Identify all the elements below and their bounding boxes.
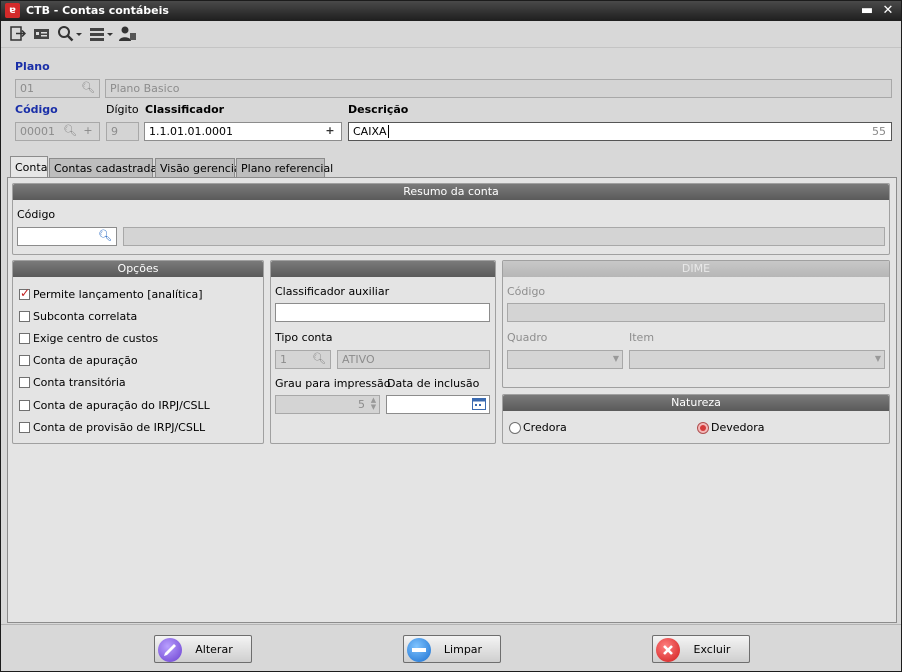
list-icon[interactable]	[89, 25, 115, 45]
checkbox-label: Conta de apuração do IRPJ/CSLL	[33, 399, 210, 412]
tab-contas-cadastradas[interactable]: Contas cadastradas	[49, 158, 163, 178]
search-icon: 🔍︎	[81, 81, 95, 94]
app-logo-icon: ɐ	[5, 3, 20, 18]
classificador-aux-input[interactable]	[275, 303, 490, 322]
calendar-icon[interactable]	[472, 397, 486, 411]
descricao-label: Descrição	[348, 103, 409, 116]
main-window: ɐ CTB - Contas contábeis ▬ ✕ Plano 01 🔍︎…	[0, 0, 902, 672]
exit-icon[interactable]	[10, 25, 28, 45]
checkbox-conta-transitoria[interactable]	[19, 377, 30, 388]
toolbar	[1, 22, 901, 48]
checkbox-label: Conta de provisão de IRPJ/CSLL	[33, 421, 206, 434]
tipo-conta-code-field: 1 🔍︎	[275, 350, 331, 369]
grau-stepper: 5 ▲ ▼	[275, 395, 380, 414]
user-icon[interactable]	[119, 25, 137, 45]
title-bar: ɐ CTB - Contas contábeis ▬ ✕	[1, 1, 901, 21]
dime-quadro-select: ▼	[507, 350, 623, 369]
grau-label: Grau para impressão	[275, 377, 391, 390]
digito-label: Dígito	[106, 103, 139, 116]
excluir-label: Excluir	[693, 643, 731, 656]
plano-desc-field: Plano Basico	[105, 79, 892, 98]
dime-item-select: ▼	[629, 350, 885, 369]
limpar-label: Limpar	[443, 643, 483, 656]
opcoes-group: Opções Permite lançamento [analítica] Su…	[12, 260, 264, 444]
plus-icon: +	[83, 124, 93, 137]
radio-credora[interactable]	[509, 422, 521, 434]
natureza-header: Natureza	[503, 395, 889, 411]
classificacao-header	[271, 261, 495, 277]
chevron-down-icon: ▼	[612, 354, 619, 363]
close-button[interactable]: ✕	[879, 2, 897, 20]
classificador-label: Classificador	[145, 103, 225, 116]
dime-group: DIME Código Quadro Item ▼ ▼	[502, 260, 890, 388]
resumo-header: Resumo da conta	[13, 184, 889, 200]
excluir-button[interactable]: Excluir	[652, 635, 750, 663]
search-icon[interactable]: 🔍︎	[98, 229, 112, 243]
tipo-conta-desc-field: ATIVO	[337, 350, 490, 369]
checkbox-permite-lancamento[interactable]	[19, 286, 30, 300]
classificador-input[interactable]: 1.1.01.01.0001 +	[144, 122, 342, 141]
natureza-group: Natureza Credora Devedora	[502, 394, 890, 444]
checkbox-apuracao-irpj[interactable]	[19, 400, 30, 411]
search-icon[interactable]	[57, 25, 83, 45]
opcoes-header: Opções	[13, 261, 263, 277]
search-icon: 🔍︎	[312, 352, 326, 365]
classificador-aux-label: Classificador auxiliar	[275, 285, 390, 298]
digito-field: 9	[106, 122, 139, 141]
tipo-conta-label: Tipo conta	[275, 331, 333, 344]
plano-label: Plano	[15, 60, 50, 73]
plano-code-field: 01 🔍︎	[15, 79, 100, 98]
action-bar: Alterar Limpar Excluir	[1, 624, 901, 671]
classificador-value: 1.1.01.01.0001	[149, 125, 233, 138]
descricao-counter: 55	[872, 125, 886, 138]
dime-quadro-label: Quadro	[507, 331, 548, 344]
resumo-desc-field	[123, 227, 885, 246]
checkbox-label: Permite lançamento [analítica]	[33, 288, 203, 301]
tab-plano-referencial[interactable]: Plano referencial	[236, 158, 333, 178]
descricao-value: CAIXA	[353, 125, 387, 138]
tipo-conta-code: 1	[280, 353, 287, 366]
radio-devedora[interactable]	[697, 422, 709, 434]
data-inclusao-input[interactable]	[386, 395, 490, 414]
resumo-codigo-input[interactable]: 🔍︎	[17, 227, 117, 246]
radio-credora-label: Credora	[523, 421, 567, 434]
checkbox-label: Conta transitória	[33, 376, 126, 389]
codigo-value: 00001	[20, 125, 55, 138]
tab-conta[interactable]: Conta	[10, 156, 48, 178]
tab-visao-gerencial[interactable]: Visão gerencial	[155, 158, 244, 178]
checkbox-label: Subconta correlata	[33, 310, 138, 323]
dime-codigo-label: Código	[507, 285, 546, 298]
tab-panel-conta: Resumo da conta Código 🔍︎ Opções Permite…	[7, 177, 897, 623]
checkbox-label: Exige centro de custos	[33, 332, 159, 345]
codigo-field: 00001 🔍︎ +	[15, 122, 100, 141]
plano-code-value: 01	[20, 82, 34, 95]
dime-codigo-field	[507, 303, 885, 322]
checkbox-exige-centro-custos[interactable]	[19, 333, 30, 344]
grau-value: 5	[358, 398, 365, 411]
checkbox-subconta-correlata[interactable]	[19, 311, 30, 322]
alterar-button[interactable]: Alterar	[154, 635, 252, 663]
alterar-label: Alterar	[195, 643, 233, 656]
radio-devedora-label: Devedora	[711, 421, 765, 434]
limpar-button[interactable]: Limpar	[403, 635, 501, 663]
data-inclusao-label: Data de inclusão	[387, 377, 480, 390]
search-icon: 🔍︎	[63, 124, 77, 137]
classificacao-group: Classificador auxiliar Tipo conta 1 🔍︎ A…	[270, 260, 496, 444]
dime-item-label: Item	[629, 331, 655, 344]
dime-header: DIME	[503, 261, 889, 277]
checkbox-label: Conta de apuração	[33, 354, 138, 367]
resumo-codigo-label: Código	[17, 208, 56, 221]
spinner-arrows-icon: ▲ ▼	[370, 396, 377, 411]
checkbox-provisao-irpj[interactable]	[19, 422, 30, 433]
window-title: CTB - Contas contábeis	[26, 4, 169, 17]
id-card-icon[interactable]	[33, 25, 51, 45]
checkbox-conta-apuracao[interactable]	[19, 355, 30, 366]
codigo-label: Código	[15, 103, 58, 116]
resumo-group: Resumo da conta Código 🔍︎	[12, 183, 890, 255]
plus-icon[interactable]: +	[323, 124, 337, 138]
minimize-button[interactable]: ▬	[858, 2, 876, 20]
descricao-input[interactable]: CAIXA 55	[348, 122, 892, 141]
chevron-down-icon: ▼	[874, 354, 881, 363]
